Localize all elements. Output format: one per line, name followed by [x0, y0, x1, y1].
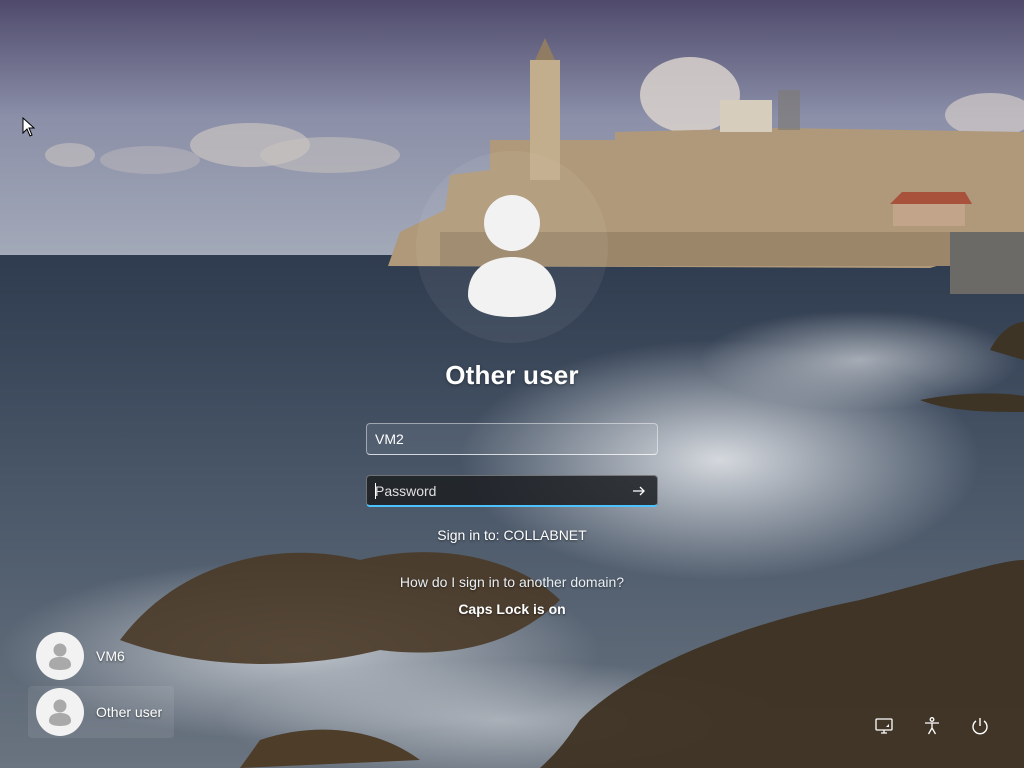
network-button[interactable]: [870, 712, 898, 740]
another-domain-link[interactable]: How do I sign in to another domain?: [0, 574, 1024, 590]
username-field[interactable]: [366, 423, 658, 455]
network-icon: [875, 718, 893, 734]
accessibility-button[interactable]: [918, 712, 946, 740]
power-button[interactable]: [966, 712, 994, 740]
sign-in-domain-text: Sign in to: COLLABNET: [437, 527, 587, 543]
accessibility-icon: [925, 717, 939, 735]
power-icon: [972, 718, 988, 735]
user-silhouette-icon: [416, 151, 608, 343]
password-field[interactable]: [367, 476, 617, 505]
user-silhouette-icon: [36, 688, 84, 736]
submit-button[interactable]: [627, 480, 651, 502]
page-title: Other user: [445, 360, 579, 390]
user-tile-other-user[interactable]: Other user: [28, 686, 174, 738]
user-tile-label: VM6: [96, 648, 125, 664]
password-field-container[interactable]: [366, 475, 658, 507]
user-tile-label: Other user: [96, 704, 163, 720]
arrow-right-icon: [633, 486, 645, 496]
caps-lock-warning: Caps Lock is on: [458, 601, 566, 617]
user-silhouette-icon: [36, 632, 84, 680]
text-caret: [375, 483, 376, 499]
user-tile-vm6[interactable]: VM6: [28, 630, 174, 682]
